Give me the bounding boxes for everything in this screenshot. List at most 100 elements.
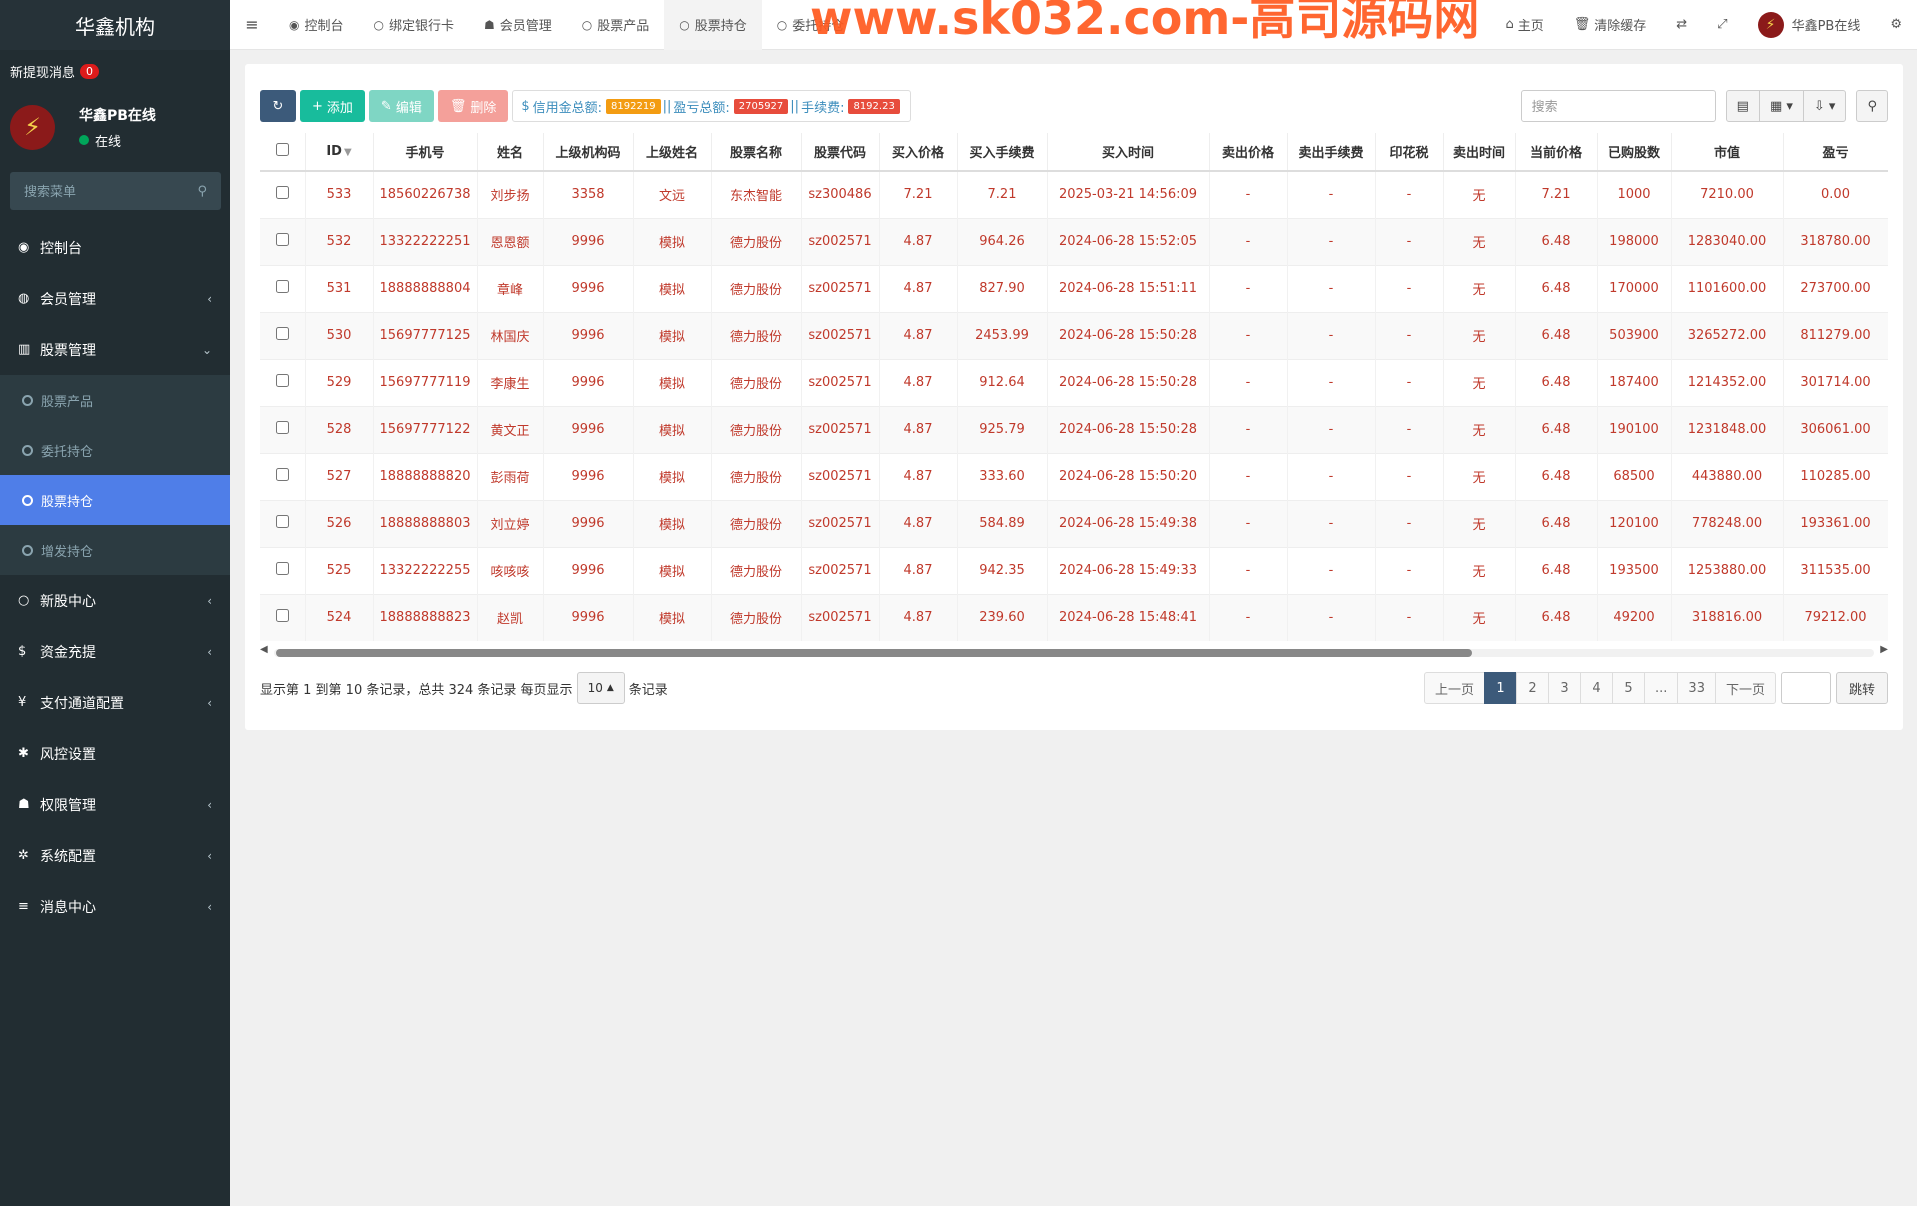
clear-cache-button[interactable]: 🗑 清除缓存 [1559, 0, 1662, 50]
jump-page-input[interactable] [1780, 672, 1831, 704]
table-row[interactable]: 528 15697777122 黄文正 9996 模拟 德力股份 sz002571 4.87 9… [260, 405, 1888, 453]
sidebar-item-label: 资金充提 [40, 644, 96, 661]
jump-button[interactable]: 跳转 [1835, 672, 1888, 704]
row-checkbox[interactable] [275, 468, 289, 481]
sidebar-item-members[interactable]: ◍ 会员管理 ‹ [0, 273, 230, 324]
tab-bank-card[interactable]: ○ 绑定银行卡 [359, 0, 470, 50]
table-row[interactable]: 530 15697777125 林国庆 9996 模拟 德力股份 sz002571 4.87 2… [260, 311, 1888, 359]
table-row[interactable]: 529 15697777119 李康生 9996 模拟 德力股份 sz002571 4.87 9… [260, 358, 1888, 406]
sidebar-sub-stock-positions[interactable]: 股票持仓 [0, 475, 230, 525]
sidebar-sub-entrust-positions[interactable]: 委托持仓 [0, 425, 230, 475]
column-header[interactable]: ID ▼ [305, 133, 374, 172]
column-header[interactable]: 卖出时间 [1443, 133, 1516, 172]
sidebar-item-permissions[interactable]: ☗ 权限管理 ‹ [0, 779, 230, 830]
table-row[interactable]: 527 18888888820 彭雨荷 9996 模拟 德力股份 sz002571 4.87 3… [260, 452, 1888, 500]
page-size-select[interactable]: 10 ▲ [576, 672, 625, 704]
row-checkbox[interactable] [275, 609, 289, 623]
new-withdraw-message[interactable]: 新提现消息 0 [0, 50, 230, 92]
table-row[interactable]: 525 13322222255 咳咳咳 9996 模拟 德力股份 sz002571 4.87 9… [260, 546, 1888, 594]
sidebar-search-input[interactable] [24, 183, 184, 199]
row-checkbox[interactable] [275, 186, 289, 200]
select-all-checkbox[interactable] [275, 143, 289, 156]
table-row[interactable]: 526 18888888803 刘立婷 9996 模拟 德力股份 sz002571 4.87 5… [260, 499, 1888, 547]
page-button[interactable]: 2 [1516, 672, 1550, 704]
prev-page-button[interactable]: 上一页 [1424, 672, 1486, 704]
table-row[interactable]: 531 18888888804 章峰 9996 模拟 德力股份 sz002571 4.87 82… [260, 264, 1888, 312]
home-link[interactable]: ⌂ 主页 [1490, 0, 1558, 50]
page-button[interactable]: 5 [1612, 672, 1646, 704]
column-header[interactable]: 市值 [1671, 133, 1784, 172]
sidebar-item-dashboard[interactable]: ◉ 控制台 [0, 222, 230, 273]
search-icon[interactable]: ⚲ [1856, 90, 1888, 122]
column-header[interactable]: 已购股数 [1597, 133, 1672, 172]
sidebar-item-risk[interactable]: ✱ 风控设置 [0, 728, 230, 779]
sidebar-item-stocks[interactable]: ▥ 股票管理 ⌄ [0, 324, 230, 375]
column-header[interactable]: 股票代码 [801, 133, 880, 172]
sidebar: 华鑫机构 新提现消息 0 ⚡ 华鑫PB在线 在线 ⚲ ◉ 控制台 ◍ 会员管理 ‹ ▥… [0, 0, 230, 1206]
card-view-icon[interactable]: ▤ [1725, 90, 1760, 122]
table-row[interactable]: 533 18560226738 刘步扬 3358 文远 东杰智能 sz300486 7.21 7… [260, 170, 1888, 218]
sidebar-item-system[interactable]: ✲ 系统配置 ‹ [0, 830, 230, 881]
brand-logo[interactable]: 华鑫机构 [0, 0, 230, 50]
edit-label: 编辑 [395, 100, 422, 116]
tab-entrust-positions[interactable]: ○ 委托持仓 [762, 0, 860, 50]
column-header[interactable]: 盈亏 [1783, 133, 1888, 172]
page-button[interactable]: 1 [1484, 672, 1518, 704]
column-header[interactable]: 手机号 [373, 133, 478, 172]
tab-stock-positions[interactable]: ○ 股票持仓 [664, 0, 762, 50]
page-button[interactable]: 4 [1580, 672, 1614, 704]
sidebar-item-ipo[interactable]: ○ 新股中心 ‹ [0, 575, 230, 626]
sidebar-item-messages[interactable]: ≡ 消息中心 ‹ [0, 881, 230, 932]
row-checkbox[interactable] [275, 327, 289, 340]
cell-stamp-tax: - [1375, 358, 1444, 406]
delete-button[interactable]: 🗑 删除 [437, 90, 509, 122]
row-checkbox[interactable] [275, 515, 289, 528]
column-header[interactable]: 买入手续费 [957, 133, 1048, 172]
tab-members[interactable]: ☗ 会员管理 [469, 0, 567, 50]
settings-gear-icon[interactable]: ⚙ [1875, 0, 1917, 50]
column-header[interactable]: 卖出价格 [1209, 133, 1288, 172]
column-header[interactable]: 当前价格 [1515, 133, 1598, 172]
export-icon[interactable]: ⇩ ▾ [1802, 90, 1847, 122]
column-header[interactable]: 卖出手续费 [1287, 133, 1376, 172]
user-menu[interactable]: ⚡ 华鑫PB在线 [1743, 0, 1876, 50]
sidebar-item-payment[interactable]: ¥ 支付通道配置 ‹ [0, 677, 230, 728]
column-header[interactable]: 买入价格 [879, 133, 958, 172]
scroll-thumb[interactable] [276, 649, 1472, 657]
refresh-button[interactable]: ↻ [260, 90, 296, 122]
scroll-right-arrow-icon[interactable]: ▶ [1880, 644, 1888, 655]
table-row[interactable]: 532 13322222251 恩恩额 9996 模拟 德力股份 sz002571 4.87 9… [260, 217, 1888, 265]
search-icon[interactable]: ⚲ [197, 184, 207, 199]
horizontal-scrollbar[interactable]: ◀ ▶ [260, 644, 1888, 658]
column-header[interactable]: 印花税 [1375, 133, 1444, 172]
next-page-button[interactable]: 下一页 [1714, 672, 1776, 704]
sidebar-sub-issue-positions[interactable]: 增发持仓 [0, 525, 230, 575]
edit-button[interactable]: ✎ 编辑 [368, 90, 434, 122]
add-button[interactable]: + 添加 [300, 90, 365, 122]
column-header[interactable]: 上级机构码 [543, 133, 634, 172]
sidebar-sub-stock-products[interactable]: 股票产品 [0, 375, 230, 425]
column-header[interactable]: 股票名称 [711, 133, 802, 172]
page-button[interactable]: 3 [1548, 672, 1582, 704]
circle-icon: ○ [776, 17, 788, 32]
scroll-left-arrow-icon[interactable]: ◀ [260, 644, 268, 655]
menu-toggle-icon[interactable]: ≡ [230, 15, 274, 34]
column-header[interactable]: 买入时间 [1047, 133, 1210, 172]
row-checkbox[interactable] [275, 562, 289, 575]
table-row[interactable]: 524 18888888823 赵凯 9996 模拟 德力股份 sz002571 4.87 23… [260, 593, 1888, 641]
row-checkbox[interactable] [275, 233, 289, 246]
tab-stock-products[interactable]: ○ 股票产品 [567, 0, 665, 50]
row-checkbox[interactable] [275, 374, 289, 387]
tab-dashboard[interactable]: ◉ 控制台 [274, 0, 359, 50]
column-header[interactable]: 姓名 [477, 133, 544, 172]
page-button[interactable]: 33 [1677, 672, 1716, 704]
cell-stamp-tax: - [1375, 499, 1444, 547]
row-checkbox[interactable] [275, 280, 289, 293]
row-checkbox[interactable] [275, 421, 289, 434]
column-header[interactable]: 上级姓名 [633, 133, 712, 172]
table-search-input[interactable] [1520, 90, 1716, 122]
sidebar-item-funds[interactable]: $ 资金充提 ‹ [0, 626, 230, 677]
fullscreen-icon[interactable]: ⤢ [1702, 0, 1742, 50]
translate-icon[interactable]: ⇄ [1661, 0, 1702, 50]
columns-icon[interactable]: ▦ ▾ [1758, 90, 1804, 122]
